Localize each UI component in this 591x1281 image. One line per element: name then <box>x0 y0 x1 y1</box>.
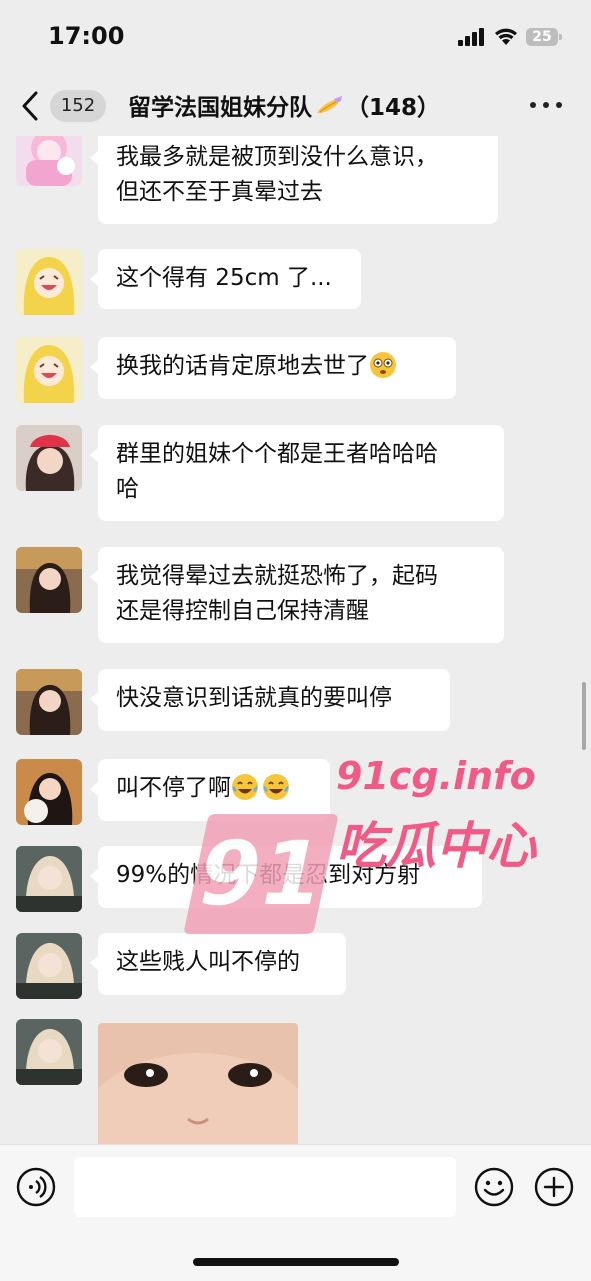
message-bubble[interactable]: 叫不停了啊 <box>90 759 330 821</box>
laughing-tears-face-icon <box>232 774 289 800</box>
avatar[interactable] <box>16 136 82 186</box>
avatar[interactable] <box>16 1019 82 1085</box>
message-input[interactable] <box>74 1157 456 1217</box>
message-text-line: 但还不至于真晕过去 <box>116 179 323 205</box>
avatar-blonde-anime-girl-image <box>16 249 82 315</box>
avatar-pink-anime-girl-image <box>16 136 82 186</box>
avatar-blonde-anime-girl-image <box>16 337 82 403</box>
avatar[interactable] <box>16 425 82 491</box>
message-bubble[interactable]: 这些贱人叫不停的 <box>90 933 346 995</box>
message-list[interactable]: 我最多就是被顶到没什么意识， 但还不至于真晕过去 这个得有 25cm 了... <box>0 136 591 1144</box>
message-text-line: 这些贱人叫不停的 <box>116 949 300 975</box>
message-text-line: 叫不停了啊 <box>116 775 231 801</box>
avatar[interactable] <box>16 547 82 613</box>
message-text-line: 群里的姐妹个个都是王者哈哈哈 <box>116 441 438 467</box>
voice-input-icon[interactable] <box>16 1167 56 1207</box>
avatar-red-hat-girl-image <box>16 425 82 491</box>
nail-polish-icon <box>317 96 342 114</box>
group-title[interactable]: 留学法国姐妹分队 （148） <box>128 88 440 122</box>
message-bubble[interactable]: 快没意识到话就真的要叫停 <box>90 669 450 731</box>
avatar-selfie-girl-image <box>16 1019 82 1085</box>
baby-face-photo <box>98 1023 298 1144</box>
back-chevron-icon[interactable] <box>18 90 44 122</box>
avatar-selfie-girl-image <box>16 933 82 999</box>
message-bubble[interactable]: 我最多就是被顶到没什么意识， 但还不至于真晕过去 <box>90 136 498 224</box>
member-count: （148） <box>346 95 441 121</box>
chat-header: 152 留学法国姐妹分队 （148） <box>0 80 591 136</box>
battery-indicator: 25 <box>526 28 562 46</box>
status-bar: 17:00 25 <box>0 0 591 80</box>
avatar[interactable] <box>16 249 82 315</box>
message-text-line: 快没意识到话就真的要叫停 <box>116 685 392 711</box>
avatar-long-hair-girl-image <box>16 547 82 613</box>
message-text-line: 还是得控制自己保持清醒 <box>116 598 369 624</box>
message-text-line: 我觉得晕过去就挺恐怖了，起码 <box>116 563 438 589</box>
avatar[interactable] <box>16 669 82 735</box>
message-text-line: 99%的情况下都是忍到对方射 <box>116 862 421 888</box>
avatar-long-hair-girl-image <box>16 669 82 735</box>
avatar-selfie-girl-image <box>16 846 82 912</box>
message-text-line: 换我的话肯定原地去世了 <box>116 353 369 379</box>
avatar[interactable] <box>16 337 82 403</box>
scrollbar[interactable] <box>582 682 586 750</box>
message-bubble[interactable]: 我觉得晕过去就挺恐怖了，起码 还是得控制自己保持清醒 <box>90 547 504 643</box>
add-attachment-icon[interactable] <box>534 1167 574 1207</box>
status-time: 17:00 <box>48 22 125 50</box>
avatar[interactable] <box>16 933 82 999</box>
message-text-line: 这个得有 25cm 了... <box>116 265 332 291</box>
message-bubble[interactable]: 群里的姐妹个个都是王者哈哈哈 哈 <box>90 425 504 521</box>
flushed-face-icon <box>370 352 396 378</box>
message-bubble[interactable]: 换我的话肯定原地去世了 <box>90 337 456 399</box>
avatar[interactable] <box>16 846 82 912</box>
wifi-icon <box>495 28 517 45</box>
cellular-signal-icon <box>458 28 484 46</box>
avatar[interactable] <box>16 759 82 825</box>
home-indicator <box>193 1258 399 1266</box>
emoji-button-icon[interactable] <box>474 1167 514 1207</box>
message-text-line: 哈 <box>116 476 139 502</box>
message-bubble[interactable]: 99%的情况下都是忍到对方射 <box>90 846 482 908</box>
message-text-line: 我最多就是被顶到没什么意识， <box>116 144 438 170</box>
image-message[interactable] <box>98 1023 298 1144</box>
more-options-icon[interactable] <box>530 102 564 110</box>
message-bubble[interactable]: 这个得有 25cm 了... <box>90 249 361 309</box>
input-bar <box>0 1144 591 1281</box>
group-name: 留学法国姐妹分队 <box>128 95 312 121</box>
avatar-girl-with-dog-image <box>16 759 82 825</box>
unread-count-badge[interactable]: 152 <box>50 90 106 122</box>
